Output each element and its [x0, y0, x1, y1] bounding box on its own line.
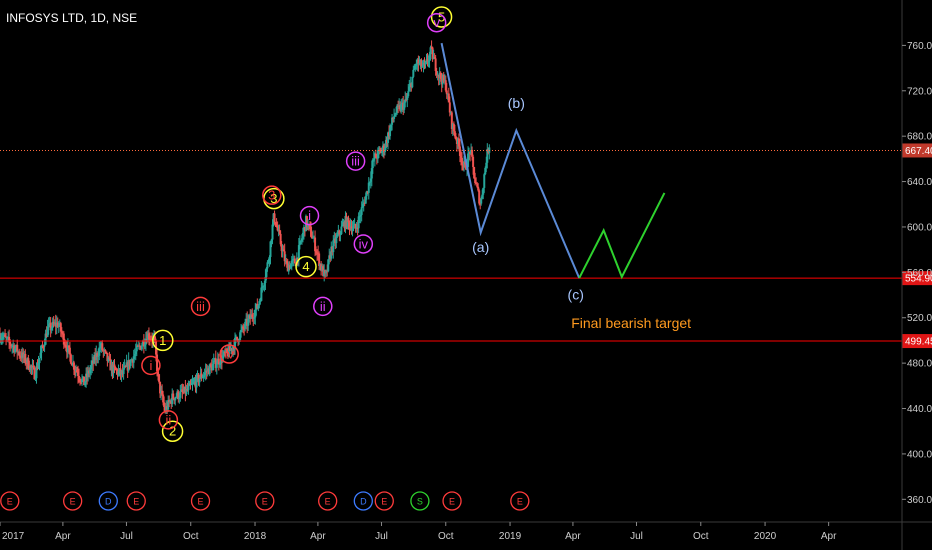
event-marker-label: E	[198, 497, 204, 507]
x-tick-label: 2019	[499, 531, 522, 542]
wave-label: iii	[196, 299, 205, 314]
x-tick-label: Oct	[438, 531, 454, 542]
event-marker-label: S	[417, 497, 423, 507]
price-level-label: 667.40	[905, 146, 932, 157]
event-marker-label: D	[360, 497, 367, 507]
wave-label: 4	[302, 259, 309, 274]
event-marker-label: E	[449, 497, 455, 507]
candle-body	[158, 374, 161, 382]
candle-body	[179, 391, 182, 398]
wave-label: i	[149, 358, 152, 373]
y-tick-label: 560.00	[907, 268, 932, 279]
y-tick-label: 480.00	[907, 359, 932, 370]
y-tick-label: 520.00	[907, 313, 932, 324]
event-marker-label: E	[70, 497, 76, 507]
candle-body	[411, 76, 414, 88]
y-tick-label: 720.00	[907, 86, 932, 97]
candle-body	[448, 102, 451, 113]
wave-label: iv	[359, 236, 369, 251]
y-tick-label: 760.00	[907, 41, 932, 52]
x-tick-label: Jul	[120, 531, 133, 542]
wave-label: ii	[165, 412, 171, 427]
x-tick-label: Apr	[310, 531, 326, 542]
event-marker-label: E	[262, 497, 268, 507]
y-tick-label: 360.00	[907, 495, 932, 506]
projection-wave-label: (c)	[568, 287, 584, 303]
x-tick-label: Apr	[565, 531, 581, 542]
wave-label: 1	[159, 333, 166, 348]
event-marker-label: E	[517, 497, 523, 507]
y-tick-label: 440.00	[907, 404, 932, 415]
y-tick-label: 400.00	[907, 449, 932, 460]
event-marker-label: E	[133, 497, 139, 507]
candle-body	[187, 385, 190, 391]
wave-label: iii	[351, 154, 360, 169]
price-chart[interactable]: 667.40554.90499.45 12345iiiiiiiv3iiiiiii…	[0, 0, 932, 550]
candle-body	[215, 364, 218, 368]
event-marker-label: E	[7, 497, 13, 507]
x-tick-label: 2018	[244, 531, 267, 542]
candle-body	[407, 91, 410, 97]
y-tick-label: 680.00	[907, 132, 932, 143]
event-marker-label: D	[105, 497, 112, 507]
candle-body	[104, 350, 107, 352]
candle-body	[273, 213, 276, 223]
candle-body	[472, 156, 475, 167]
candle-body	[172, 393, 175, 399]
candle-body	[412, 69, 415, 77]
wave-label: v	[433, 15, 440, 30]
candle-body	[271, 224, 274, 240]
wave-label: ii	[320, 299, 326, 314]
wave-label: i	[308, 208, 311, 223]
x-tick-label: Apr	[55, 531, 71, 542]
candle-body	[105, 351, 108, 354]
x-tick-label: Oct	[693, 531, 709, 542]
y-tick-label: 600.00	[907, 222, 932, 233]
chart-background	[0, 0, 932, 550]
projection-wave-label: (b)	[508, 95, 525, 111]
x-tick-label: Apr	[821, 531, 837, 542]
y-tick-label: 640.00	[907, 177, 932, 188]
event-marker-label: E	[325, 497, 331, 507]
x-tick-label: 2020	[754, 531, 777, 542]
candle-body	[480, 198, 483, 204]
x-tick-label: 2017	[2, 531, 25, 542]
candle-body	[38, 358, 41, 364]
symbol-title: INFOSYS LTD, 1D, NSE	[6, 11, 137, 25]
projection-wave-label: (a)	[472, 239, 489, 255]
x-tick-label: Jul	[375, 531, 388, 542]
candle-body	[360, 207, 363, 215]
wave-label: 3	[268, 188, 275, 203]
price-level-label: 499.45	[905, 337, 932, 348]
candle-body	[140, 345, 143, 350]
candle-body	[129, 360, 132, 366]
final-target-annotation: Final bearish target	[571, 315, 691, 331]
candle-body	[483, 174, 486, 188]
wave-label: iv	[224, 347, 234, 362]
candle-body	[340, 226, 343, 235]
candle-body	[352, 225, 355, 229]
x-tick-label: Oct	[183, 531, 199, 542]
candle-body	[69, 354, 72, 364]
x-tick-label: Jul	[630, 531, 643, 542]
event-marker-label: E	[381, 497, 387, 507]
